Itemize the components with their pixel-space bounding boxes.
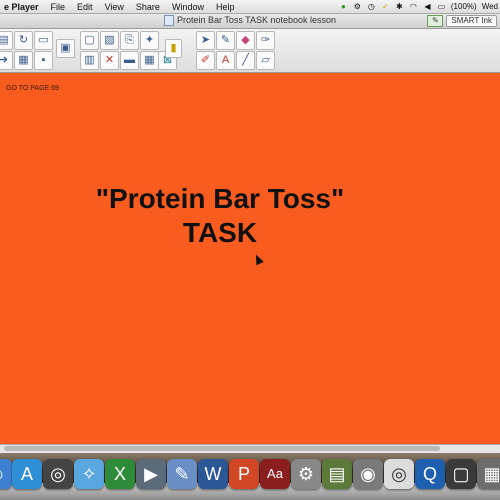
archive-icon[interactable]: ▤ xyxy=(322,459,352,489)
screen-capture-icon[interactable]: ⎘ xyxy=(120,31,139,50)
menu-window[interactable]: Window xyxy=(166,2,210,12)
dashboard-icon[interactable]: ◎ xyxy=(43,459,73,489)
time-machine-icon[interactable]: ◷ xyxy=(367,2,376,11)
excel-icon[interactable]: X xyxy=(105,459,135,489)
slide-subtitle: TASK xyxy=(182,217,258,248)
facetime-icon[interactable]: ▶ xyxy=(136,459,166,489)
safari-icon[interactable]: ✧ xyxy=(74,459,104,489)
finder-icon[interactable]: ☺ xyxy=(0,459,12,489)
pen-tool-icon[interactable]: ✎ xyxy=(216,31,235,50)
save-icon[interactable]: ▪ xyxy=(34,51,53,70)
arrow-icon[interactable]: ➜ xyxy=(0,51,13,70)
eraser-tool-icon[interactable]: ◆ xyxy=(236,31,255,50)
powerpoint-icon[interactable]: P xyxy=(229,459,259,489)
gallery-icon[interactable]: ✦ xyxy=(140,31,159,50)
folder-icon[interactable]: ▤ xyxy=(0,31,13,50)
menu-share[interactable]: Share xyxy=(130,2,166,12)
dictionary-icon[interactable]: Aa xyxy=(260,459,290,489)
slide-title: "Protein Bar Toss" xyxy=(95,183,345,214)
menu-help[interactable]: Help xyxy=(210,2,241,12)
system-preferences-icon[interactable]: ⚙ xyxy=(291,459,321,489)
notebook-canvas[interactable]: GO TO PAGE 69 "Protein Bar Toss" TASK xyxy=(0,73,500,444)
menu-file[interactable]: File xyxy=(45,2,72,12)
gear-icon[interactable]: ⚙ xyxy=(353,2,362,11)
smart-ink-pen-icon[interactable]: ✎ xyxy=(427,15,444,27)
menubar: e Player File Edit View Share Window Hel… xyxy=(0,0,500,14)
trash-icon[interactable]: ▦ xyxy=(477,459,500,489)
preview-icon[interactable]: ▢ xyxy=(446,459,476,489)
dvd-player-icon[interactable]: ◎ xyxy=(384,459,414,489)
lock-icon[interactable]: ▮ xyxy=(165,39,182,58)
quicktime-icon[interactable]: Q xyxy=(415,459,445,489)
camera-icon[interactable]: ◉ xyxy=(353,459,383,489)
delete-icon[interactable]: ✕ xyxy=(100,51,119,70)
line-tool-icon[interactable]: ╱ xyxy=(236,51,255,70)
app-store-icon[interactable]: A xyxy=(12,459,42,489)
creative-pen-icon[interactable]: ✐ xyxy=(196,51,215,70)
wifi-icon[interactable]: ◠ xyxy=(409,2,418,11)
status-app-icon[interactable]: ● xyxy=(339,2,348,11)
smart-ink-controls: ✎ SMART Ink xyxy=(427,15,497,27)
checkmark-icon[interactable]: ✓ xyxy=(381,2,390,11)
text-tool-icon[interactable]: A xyxy=(216,51,235,70)
folder-open-icon[interactable]: ▭ xyxy=(34,31,53,50)
menu-view[interactable]: View xyxy=(99,2,130,12)
notebook-icon[interactable]: ✎ xyxy=(167,459,197,489)
bluetooth-icon[interactable]: ✱ xyxy=(395,2,404,11)
table-icon[interactable]: ▦ xyxy=(140,51,159,70)
new-page-icon[interactable]: ▢ xyxy=(80,31,99,50)
smart-ink-button[interactable]: SMART Ink xyxy=(446,15,497,27)
battery-percent: (100%) xyxy=(450,2,477,11)
status-area: ● ⚙ ◷ ✓ ✱ ◠ ◀ ▭ (100%) Wed xyxy=(339,0,498,13)
page-icon[interactable]: ▦ xyxy=(14,51,33,70)
document-camera-icon[interactable]: ▥ xyxy=(80,51,99,70)
app-menu[interactable]: e Player xyxy=(0,2,45,12)
mouse-cursor-icon xyxy=(252,252,264,266)
volume-icon[interactable]: ◀ xyxy=(423,2,432,11)
page-note: GO TO PAGE 69 xyxy=(6,85,59,92)
redo-icon[interactable]: ↻ xyxy=(14,31,33,50)
window-titlebar: Protein Bar Toss TASK notebook lesson ✎ … xyxy=(0,14,500,29)
dock: ☺ A ◎ ✧ X ▶ ✎ W P Aa ⚙ ▤ ◉ ◎ Q ▢ ▦ xyxy=(0,453,500,500)
shape-tool-icon[interactable]: ▱ xyxy=(256,51,275,70)
horizontal-scrollbar[interactable] xyxy=(0,444,500,453)
window-title: Protein Bar Toss TASK notebook lesson xyxy=(0,15,500,27)
magic-pen-icon[interactable]: ✑ xyxy=(256,31,275,50)
document-icon xyxy=(163,15,174,27)
insert-image-icon[interactable]: ▧ xyxy=(100,31,119,50)
screen-shade-icon[interactable]: ▬ xyxy=(120,51,139,70)
window-title-text: Protein Bar Toss TASK notebook lesson xyxy=(176,15,337,25)
word-icon[interactable]: W xyxy=(198,459,228,489)
toolbar: ▤ ↻ ▭ ➜ ▦ ▪ ▣ ▢ ▧ ⎘ ✦ ▥ ✕ ▬ ▦ ⊠ ▮ ➤ ✎ ◆ … xyxy=(0,29,500,73)
battery-icon[interactable]: ▭ xyxy=(437,2,446,11)
menu-edit[interactable]: Edit xyxy=(71,2,99,12)
select-tool-icon[interactable]: ➤ xyxy=(196,31,215,50)
scrollbar-thumb[interactable] xyxy=(4,446,440,451)
screen-display-icon[interactable]: ▣ xyxy=(56,39,75,58)
clock[interactable]: Wed xyxy=(482,2,498,11)
